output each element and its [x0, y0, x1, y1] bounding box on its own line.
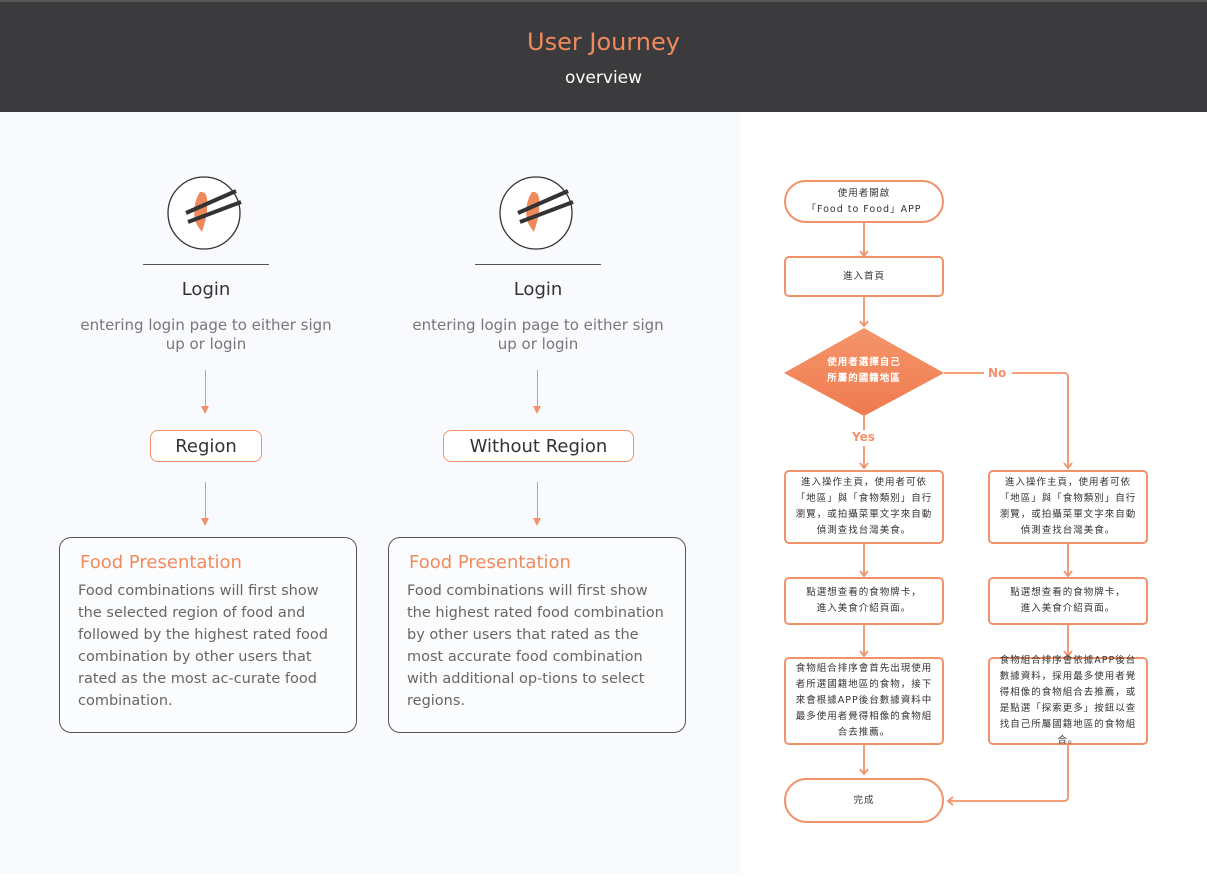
connector [948, 744, 1069, 802]
yes-browse-step: 進入操作主頁，使用者可依「地區」與「食物類別」自行瀏覽，或拍攝菜單文字來自動偵測… [784, 470, 944, 544]
yes-sort-step: 食物組合排序會首先出現使用者所選國籍地區的食物，接下來會根據APP後台數據資料中… [784, 657, 944, 745]
decision-text: 使用者選擇自己 所屬的國籍地區 [827, 357, 901, 384]
no-label: No [988, 366, 1007, 380]
home-step: 進入首頁 [784, 256, 944, 297]
no-sort-step: 食物組合排序會依據APP後台數據資料，採用最多使用者覺得相像的食物組合去推薦，或… [988, 655, 1148, 746]
no-card-step: 點選想查看的食物牌卡， 進入美食介紹頁面。 [988, 577, 1148, 625]
yes-card-step: 點選想查看的食物牌卡， 進入美食介紹頁面。 [784, 577, 944, 625]
no-browse-step: 進入操作主頁，使用者可依「地區」與「食物類別」自行瀏覽，或拍攝菜單文字來自動偵測… [988, 470, 1148, 544]
connector [1012, 372, 1069, 468]
end-terminal: 完成 [784, 778, 944, 823]
start-terminal: 使用者開啟 「Food to Food」APP [784, 180, 944, 223]
yes-label: Yes [852, 430, 875, 444]
flowchart: 使用者開啟 「Food to Food」APP 進入首頁 使用者選擇自己 所屬的… [0, 0, 1207, 880]
